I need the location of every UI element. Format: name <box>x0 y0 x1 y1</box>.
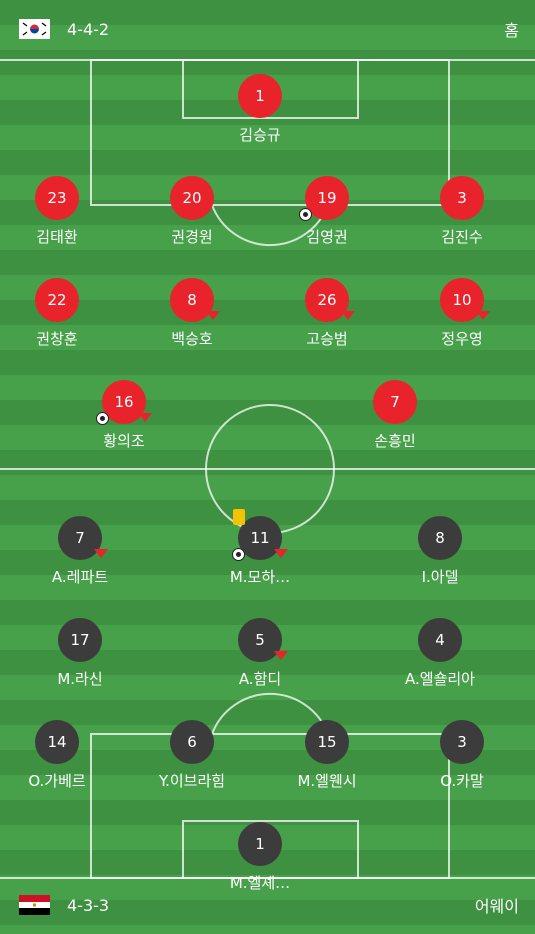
away-player[interactable]: 11 M.모하… <box>210 509 310 596</box>
player-number-badge: 14 <box>35 720 79 764</box>
player-name: A.레파트 <box>51 568 109 586</box>
away-team-bar: 4-3-3 어웨이 <box>0 876 535 934</box>
player-name: M.모하… <box>229 568 291 586</box>
player-name: 권창훈 <box>36 330 78 348</box>
player-name: O.카말 <box>440 772 484 790</box>
home-player[interactable]: 23 김태환 <box>7 176 107 256</box>
away-player[interactable]: 5 A.함디 <box>210 618 310 698</box>
goal-ball-icon <box>96 412 109 425</box>
away-formation: 4-3-3 <box>67 895 110 915</box>
away-player[interactable]: 15 M.엘웬시 <box>277 720 377 800</box>
home-player[interactable]: 7 손흥민 <box>345 380 445 460</box>
substitution-icon <box>339 309 357 321</box>
player-name: 손흥민 <box>374 432 416 450</box>
player-number-badge: 22 <box>35 278 79 322</box>
player-name: 고승범 <box>306 330 348 348</box>
player-name: I.아델 <box>421 568 459 586</box>
home-team-bar: 4-4-2 홈 <box>0 0 535 58</box>
home-player[interactable]: 1 김승규 <box>210 74 310 154</box>
away-player[interactable]: 6 Y.이브라힘 <box>142 720 242 800</box>
home-label: 홈 <box>504 21 519 40</box>
yellow-card-icon <box>233 509 245 525</box>
goal-ball-icon <box>299 208 312 221</box>
player-number-badge: 23 <box>35 176 79 220</box>
goal-ball-icon <box>232 548 245 561</box>
home-player[interactable]: 8 백승호 <box>142 278 242 358</box>
player-name: M.라신 <box>57 670 103 688</box>
player-name: 정우영 <box>441 330 483 348</box>
away-player[interactable]: 14 O.가베르 <box>7 720 107 800</box>
player-name: 김태환 <box>36 228 78 246</box>
away-player[interactable]: 8 I.아델 <box>390 516 490 596</box>
substitution-icon <box>204 309 222 321</box>
lineup-pitch: 4-4-2 홈 1 김승규 23 김태환 20 권경원 19 김영권 3 김진수 22 권창훈 8 백승호… <box>0 0 535 934</box>
home-formation: 4-4-2 <box>67 19 110 39</box>
player-number-badge: 4 <box>418 618 462 662</box>
player-name: 김진수 <box>441 228 483 246</box>
substitution-icon <box>272 649 290 661</box>
substitution-icon <box>136 411 154 423</box>
substitution-icon <box>474 309 492 321</box>
player-number-badge: 1 <box>238 822 282 866</box>
away-player[interactable]: 17 M.라신 <box>30 618 130 698</box>
player-number-badge: 6 <box>170 720 214 764</box>
home-player[interactable]: 3 김진수 <box>412 176 512 256</box>
home-player[interactable]: 20 권경원 <box>142 176 242 256</box>
player-number-badge: 7 <box>373 380 417 424</box>
player-name: 백승호 <box>171 330 213 348</box>
south-korea-flag-icon <box>19 19 50 39</box>
substitution-icon <box>92 547 110 559</box>
substitution-icon <box>272 547 290 559</box>
home-player[interactable]: 22 권창훈 <box>7 278 107 358</box>
player-name: O.가베르 <box>28 772 86 790</box>
player-name: A.엘숄리아 <box>405 670 475 688</box>
home-player[interactable]: 19 김영권 <box>277 176 377 256</box>
away-player[interactable]: 7 A.레파트 <box>30 516 130 596</box>
player-name: A.함디 <box>238 670 282 688</box>
away-player[interactable]: 3 O.카말 <box>412 720 512 800</box>
player-name: 김승규 <box>239 126 281 144</box>
player-number-badge: 3 <box>440 720 484 764</box>
player-number-badge: 20 <box>170 176 214 220</box>
player-name: Y.이브라힘 <box>158 772 226 790</box>
player-name: M.엘웬시 <box>297 772 357 790</box>
player-number-badge: 8 <box>418 516 462 560</box>
player-number-badge: 1 <box>238 74 282 118</box>
away-label: 어웨이 <box>474 897 519 916</box>
home-player[interactable]: 26 고승범 <box>277 278 377 358</box>
away-player[interactable]: 4 A.엘숄리아 <box>390 618 490 698</box>
player-number-badge: 15 <box>305 720 349 764</box>
player-number-badge: 3 <box>440 176 484 220</box>
egypt-flag-icon <box>19 895 50 915</box>
home-player[interactable]: 10 정우영 <box>412 278 512 358</box>
player-name: 황의조 <box>103 432 145 450</box>
player-number-badge: 17 <box>58 618 102 662</box>
home-player[interactable]: 16 황의조 <box>74 380 174 460</box>
player-name: 김영권 <box>306 228 348 246</box>
player-name: 권경원 <box>171 228 213 246</box>
